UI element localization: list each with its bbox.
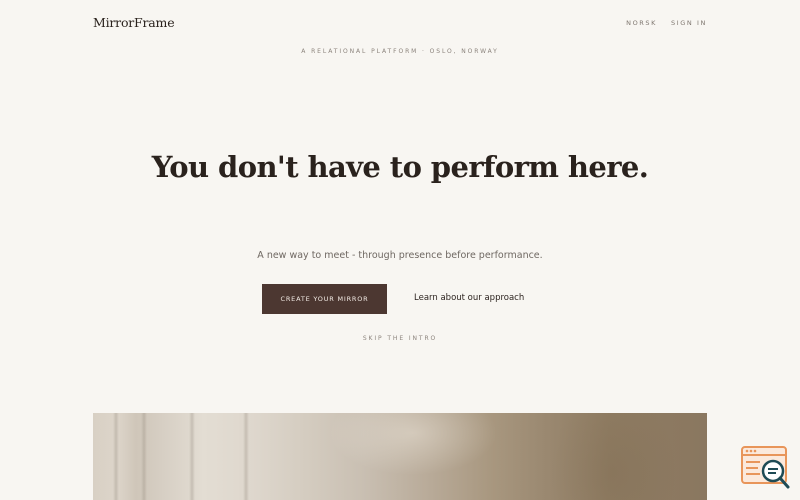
- top-nav: NORSK SIGN IN: [626, 19, 707, 27]
- sign-in-link[interactable]: SIGN IN: [671, 19, 707, 27]
- tagline: A RELATIONAL PLATFORM · OSLO, NORWAY: [301, 48, 499, 55]
- curtain-fold: [113, 413, 119, 500]
- curtain-fold: [141, 413, 147, 500]
- skip-intro-link[interactable]: SKIP THE INTRO: [363, 335, 437, 342]
- curtain-fold: [243, 413, 249, 500]
- browser-search-icon[interactable]: [740, 445, 792, 491]
- learn-approach-link[interactable]: Learn about our approach: [414, 293, 524, 303]
- hero-headline: You don't have to perform here.: [151, 150, 649, 184]
- landing-page: MirrorFrame NORSK SIGN IN A RELATIONAL P…: [0, 0, 800, 500]
- site-logo[interactable]: MirrorFrame: [93, 15, 175, 30]
- create-mirror-button[interactable]: CREATE YOUR MIRROR: [262, 284, 387, 314]
- hero-image: [93, 413, 707, 500]
- language-link[interactable]: NORSK: [626, 19, 657, 27]
- skip-intro-row: SKIP THE INTRO: [0, 335, 800, 342]
- curtain-fold: [189, 413, 195, 500]
- hero-subtitle: A new way to meet - through presence bef…: [257, 250, 543, 261]
- hero-image-shading: [93, 413, 707, 500]
- site-header: MirrorFrame NORSK SIGN IN: [0, 0, 800, 46]
